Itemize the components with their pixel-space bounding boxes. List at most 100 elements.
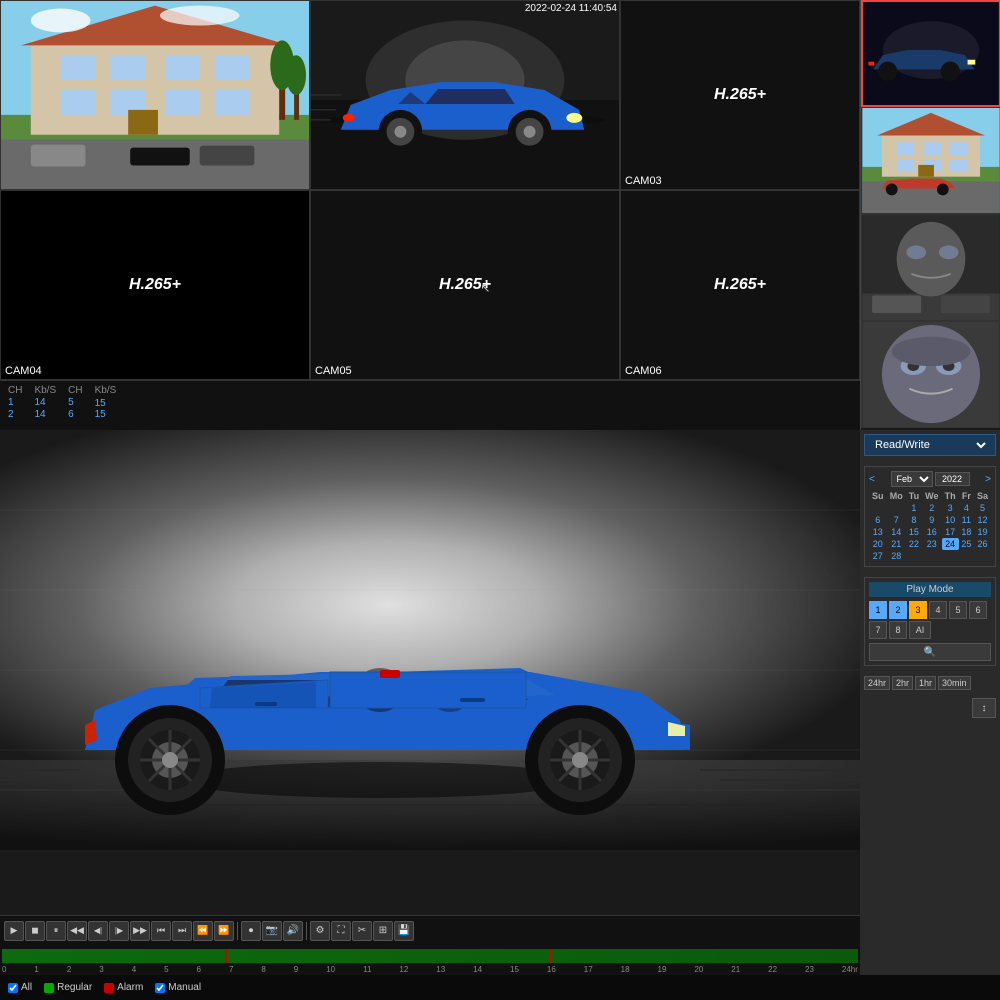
snapshot-button[interactable]: 📷 bbox=[262, 921, 282, 941]
cal-year-input[interactable] bbox=[935, 472, 970, 486]
camera-cell-3[interactable]: CAM03 H.265+ bbox=[620, 0, 860, 190]
stats-ch1-r2: 2 bbox=[8, 409, 34, 420]
thumbnail-4[interactable] bbox=[861, 321, 1000, 428]
time-20: 20 bbox=[694, 965, 703, 974]
cal-day-20[interactable]: 20 bbox=[869, 538, 887, 550]
cal-day-25[interactable]: 25 bbox=[959, 538, 975, 550]
stats-header-ch2: CH bbox=[68, 385, 94, 397]
cal-day-6[interactable]: 6 bbox=[869, 514, 887, 526]
cal-day-16[interactable]: 16 bbox=[922, 526, 942, 538]
all-checkbox[interactable] bbox=[8, 983, 18, 993]
pause-button[interactable]: ⏸ bbox=[46, 921, 66, 941]
camera-cell-6[interactable]: CAM06 H.265+ bbox=[620, 190, 860, 380]
cal-day-11[interactable]: 11 bbox=[959, 514, 975, 526]
channel-btn-ai[interactable]: AI bbox=[909, 621, 931, 639]
cal-day-4[interactable]: 4 bbox=[959, 502, 975, 514]
channel-btn-4[interactable]: 4 bbox=[929, 601, 947, 619]
cal-day-8[interactable]: 8 bbox=[906, 514, 922, 526]
cal-day-7[interactable]: 7 bbox=[887, 514, 906, 526]
start-button[interactable]: ⏮ bbox=[151, 921, 171, 941]
next-frame-button[interactable]: |▶ bbox=[109, 921, 129, 941]
cal-day-9[interactable]: 9 bbox=[922, 514, 942, 526]
cal-day-27[interactable]: 27 bbox=[869, 550, 887, 562]
cal-prev-btn[interactable]: < bbox=[869, 474, 875, 485]
prev-frame-button[interactable]: ◀| bbox=[88, 921, 108, 941]
all-label: All bbox=[21, 982, 32, 993]
scale-2hr[interactable]: 2hr bbox=[892, 676, 913, 690]
rewind-button[interactable]: ◀◀ bbox=[67, 921, 87, 941]
camera-cell-4[interactable]: CAM04 H.265+ bbox=[0, 190, 310, 380]
cal-month-year: JanFebMar AprMayJun JulAugSep OctNovDec bbox=[891, 471, 970, 487]
cam4-h265: H.265+ bbox=[129, 276, 181, 294]
player-section: ▶ ◼ ⏸ ◀◀ ◀| |▶ ▶▶ ⏮ ⏭ ⏪ ⏩ ⏺ 📷 🔊 ⚙ ⛶ ✂ ⊞ bbox=[0, 430, 1000, 1000]
cal-next-btn[interactable]: > bbox=[985, 474, 991, 485]
cal-day-10[interactable]: 10 bbox=[942, 514, 959, 526]
scale-1hr[interactable]: 1hr bbox=[915, 676, 936, 690]
fast-button[interactable]: ⏩ bbox=[214, 921, 234, 941]
fast-forward-button[interactable]: ▶▶ bbox=[130, 921, 150, 941]
time-17: 17 bbox=[584, 965, 593, 974]
cal-day-24-today[interactable]: 24 bbox=[942, 538, 959, 550]
end-button[interactable]: ⏭ bbox=[172, 921, 192, 941]
cal-day-15[interactable]: 15 bbox=[906, 526, 922, 538]
weekday-su: Su bbox=[869, 490, 887, 502]
camera-cell-2[interactable]: 2022-02-24 11:40:54 bbox=[310, 0, 620, 190]
cal-day-5[interactable]: 5 bbox=[974, 502, 991, 514]
audio-button[interactable]: 🔊 bbox=[283, 921, 303, 941]
cal-day-21[interactable]: 21 bbox=[887, 538, 906, 550]
export-button[interactable]: 💾 bbox=[394, 921, 414, 941]
time-12: 12 bbox=[399, 965, 408, 974]
divider-1 bbox=[237, 922, 238, 940]
scale-24hr[interactable]: 24hr bbox=[864, 676, 890, 690]
channel-btn-2[interactable]: 2 bbox=[889, 601, 907, 619]
thumbnail-2[interactable] bbox=[861, 107, 1000, 214]
channel-btn-7[interactable]: 7 bbox=[869, 621, 887, 639]
cal-day-17[interactable]: 17 bbox=[942, 526, 959, 538]
cal-day-18[interactable]: 18 bbox=[959, 526, 975, 538]
cam6-label: CAM06 bbox=[625, 365, 662, 377]
timeline-labels: 0 1 2 3 4 5 6 7 8 9 10 11 12 13 14 15 16 bbox=[0, 965, 860, 974]
channel-btn-5[interactable]: 5 bbox=[949, 601, 967, 619]
scale-30min[interactable]: 30min bbox=[938, 676, 971, 690]
timeline-bar[interactable] bbox=[2, 949, 858, 963]
cal-day-28[interactable]: 28 bbox=[887, 550, 906, 562]
cal-day-1[interactable]: 1 bbox=[906, 502, 922, 514]
channel-btn-8[interactable]: 8 bbox=[889, 621, 907, 639]
cal-month-select[interactable]: JanFebMar AprMayJun JulAugSep OctNovDec bbox=[891, 471, 933, 487]
cal-day-14[interactable]: 14 bbox=[887, 526, 906, 538]
readwrite-dropdown[interactable]: Read/Write Read Only No Access bbox=[871, 438, 989, 452]
main-player[interactable]: ▶ ◼ ⏸ ◀◀ ◀| |▶ ▶▶ ⏮ ⏭ ⏪ ⏩ ⏺ 📷 🔊 ⚙ ⛶ ✂ ⊞ bbox=[0, 430, 860, 1000]
cal-day-23[interactable]: 23 bbox=[922, 538, 942, 550]
search-button[interactable]: 🔍 bbox=[869, 643, 991, 661]
camera-cell-5[interactable]: CAM05 H.265+ ↖ bbox=[310, 190, 620, 380]
cal-day-2[interactable]: 2 bbox=[922, 502, 942, 514]
thumbnail-3[interactable] bbox=[861, 214, 1000, 321]
cal-day-22[interactable]: 22 bbox=[906, 538, 922, 550]
channel-btn-3[interactable]: 3 bbox=[909, 601, 927, 619]
cal-day-13[interactable]: 13 bbox=[869, 526, 887, 538]
channel-btn-1[interactable]: 1 bbox=[869, 601, 887, 619]
thumbnail-1[interactable] bbox=[861, 0, 1000, 107]
manual-checkbox[interactable] bbox=[155, 983, 165, 993]
stop-button[interactable]: ◼ bbox=[25, 921, 45, 941]
cal-day-26[interactable]: 26 bbox=[974, 538, 991, 550]
layout-button[interactable]: ⊞ bbox=[373, 921, 393, 941]
settings-button[interactable]: ⚙ bbox=[310, 921, 330, 941]
channel-btn-6[interactable]: 6 bbox=[969, 601, 987, 619]
camera-cell-1[interactable] bbox=[0, 0, 310, 190]
play-button[interactable]: ▶ bbox=[4, 921, 24, 941]
event-marker-2 bbox=[550, 949, 552, 963]
weekday-tu: Tu bbox=[906, 490, 922, 502]
slow-button[interactable]: ⏪ bbox=[193, 921, 213, 941]
cal-day-3[interactable]: 3 bbox=[942, 502, 959, 514]
record-button[interactable]: ⏺ bbox=[241, 921, 261, 941]
cal-day-12[interactable]: 12 bbox=[974, 514, 991, 526]
fullscreen-button[interactable]: ⛶ bbox=[331, 921, 351, 941]
cal-day-19[interactable]: 19 bbox=[974, 526, 991, 538]
right-controls-panel: Read/Write Read Only No Access < JanFebM… bbox=[860, 430, 1000, 1000]
cal-day[interactable] bbox=[887, 502, 906, 514]
clip-button[interactable]: ✂ bbox=[352, 921, 372, 941]
cal-day[interactable] bbox=[869, 502, 887, 514]
extra-button[interactable]: ↕ bbox=[972, 698, 996, 718]
time-24: 24hr bbox=[842, 965, 858, 974]
